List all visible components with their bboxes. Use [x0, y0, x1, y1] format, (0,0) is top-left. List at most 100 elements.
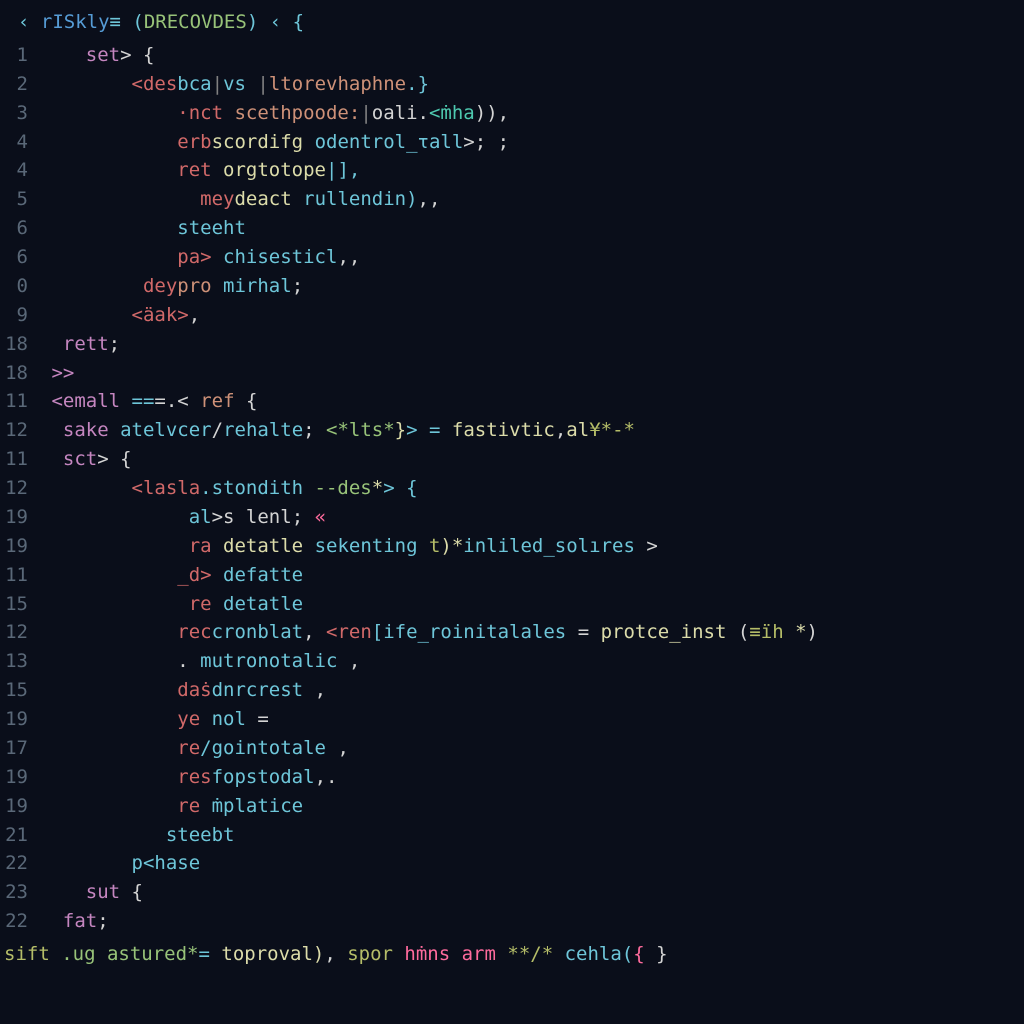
code-line[interactable]: 19 re ṁplatice: [0, 792, 1024, 821]
code-content[interactable]: resfopstodal,.: [40, 763, 1024, 792]
code-content[interactable]: ·nct scethpoode:|oali.<ṁha)),: [40, 99, 1024, 128]
code-content[interactable]: <emall ===.< ref {: [40, 387, 1024, 416]
code-line[interactable]: 12 <lasla.stondith --des*> {: [0, 474, 1024, 503]
code-line[interactable]: 6 steeht: [0, 214, 1024, 243]
code-line[interactable]: 21 steebt: [0, 821, 1024, 850]
code-token: deact: [234, 188, 303, 210]
code-content[interactable]: sct> {: [40, 445, 1024, 474]
code-line[interactable]: 9 <äak>,: [0, 301, 1024, 330]
line-number: 4: [0, 156, 40, 185]
code-token: [40, 102, 177, 124]
code-content[interactable]: re detatle: [40, 590, 1024, 619]
code-line[interactable]: 6 pa> chisesticl,,: [0, 243, 1024, 272]
code-token: oali.: [372, 102, 429, 124]
code-line[interactable]: 19 ra detatle sekenting t)*inliled_solır…: [0, 532, 1024, 561]
code-line[interactable]: 11 sct> {: [0, 445, 1024, 474]
line-number: 6: [0, 243, 40, 272]
code-content[interactable]: rett;: [40, 330, 1024, 359]
code-token: ltorevhaphne: [269, 73, 406, 95]
code-content[interactable]: erbscordifg odentrol_τall>; ;: [40, 128, 1024, 157]
code-content[interactable]: ra detatle sekenting t)*inliled_solıres …: [40, 532, 1024, 561]
code-editor-body[interactable]: 1 set> {2 <desbca|vs |ltorevhaphne.}3 ·n…: [0, 41, 1024, 936]
code-content[interactable]: sake atelvcer/rehalte; <*lts*}> = fastiv…: [40, 416, 1024, 445]
code-token: ra: [189, 535, 223, 557]
code-line[interactable]: 12 reccronblat, <ren[ife_roinitalales = …: [0, 618, 1024, 647]
code-line[interactable]: 1 set> {: [0, 41, 1024, 70]
code-content[interactable]: re ṁplatice: [40, 792, 1024, 821]
code-line[interactable]: 11 _d> defatte: [0, 561, 1024, 590]
code-content[interactable]: p<hase: [40, 849, 1024, 878]
code-content[interactable]: <desbca|vs |ltorevhaphne.}: [40, 70, 1024, 99]
code-line[interactable]: 18 >>: [0, 359, 1024, 388]
code-token: rec: [177, 621, 211, 643]
header-token: rISkly: [41, 11, 110, 33]
code-content[interactable]: >>: [40, 359, 1024, 388]
code-line[interactable]: 22 fat;: [0, 907, 1024, 936]
code-line[interactable]: 5 meydeact rullendin),,: [0, 185, 1024, 214]
code-content[interactable]: ret orgtotope|],: [40, 156, 1024, 185]
line-number: 18: [0, 330, 40, 359]
line-number: 19: [0, 792, 40, 821]
code-content[interactable]: fat;: [40, 907, 1024, 936]
code-line[interactable]: 12 sake atelvcer/rehalte; <*lts*}> = fas…: [0, 416, 1024, 445]
code-token: rullendin): [303, 188, 417, 210]
code-line[interactable]: 18 rett;: [0, 330, 1024, 359]
code-line[interactable]: 19 al>s lenl; «: [0, 503, 1024, 532]
code-line[interactable]: 19 ye nol =: [0, 705, 1024, 734]
line-number: 19: [0, 532, 40, 561]
code-line[interactable]: 19 resfopstodal,.: [0, 763, 1024, 792]
code-content[interactable]: ye nol =: [40, 705, 1024, 734]
code-line[interactable]: 4 ret orgtotope|],: [0, 156, 1024, 185]
code-token: chisesticl: [223, 246, 337, 268]
code-content[interactable]: steeht: [40, 214, 1024, 243]
code-token: ;: [97, 910, 108, 932]
code-token: [40, 506, 189, 528]
line-number: 6: [0, 214, 40, 243]
line-number: 11: [0, 387, 40, 416]
code-content[interactable]: . mutronotalic ,: [40, 647, 1024, 676]
code-line[interactable]: 2 <desbca|vs |ltorevhaphne.}: [0, 70, 1024, 99]
code-content[interactable]: al>s lenl; «: [40, 503, 1024, 532]
line-number: 22: [0, 907, 40, 936]
code-content[interactable]: re/gointotale ,: [40, 734, 1024, 763]
code-token: [40, 362, 51, 384]
code-content[interactable]: set> {: [40, 41, 1024, 70]
code-token: [40, 73, 132, 95]
code-token: > {: [97, 448, 131, 470]
code-content[interactable]: deypro mirhal;: [40, 272, 1024, 301]
code-token: =: [257, 708, 268, 730]
line-number: 12: [0, 416, 40, 445]
code-token: {: [132, 881, 143, 903]
code-token: ,: [337, 737, 348, 759]
code-content[interactable]: daṡdnrcrest ,: [40, 676, 1024, 705]
code-line[interactable]: 13 . mutronotalic ,: [0, 647, 1024, 676]
code-line[interactable]: 15 daṡdnrcrest ,: [0, 676, 1024, 705]
code-token: re: [177, 795, 211, 817]
code-line[interactable]: 22 p<hase: [0, 849, 1024, 878]
code-token: set: [86, 44, 120, 66]
code-token: <*lts*: [326, 419, 395, 441]
code-line[interactable]: 0 deypro mirhal;: [0, 272, 1024, 301]
code-line[interactable]: 23 sut {: [0, 878, 1024, 907]
code-content[interactable]: reccronblat, <ren[ife_roinitalales = pro…: [40, 618, 1024, 647]
code-token: ≡ïh: [749, 621, 795, 643]
code-content[interactable]: steebt: [40, 821, 1024, 850]
code-line[interactable]: 3 ·nct scethpoode:|oali.<ṁha)),: [0, 99, 1024, 128]
code-content[interactable]: sut {: [40, 878, 1024, 907]
line-number: 19: [0, 503, 40, 532]
code-content[interactable]: <äak>,: [40, 301, 1024, 330]
code-token: ,: [349, 650, 360, 672]
code-content[interactable]: _d> defatte: [40, 561, 1024, 590]
code-line[interactable]: 15 re detatle: [0, 590, 1024, 619]
code-line[interactable]: 11 <emall ===.< ref {: [0, 387, 1024, 416]
code-token: [40, 881, 86, 903]
code-line[interactable]: 17 re/gointotale ,: [0, 734, 1024, 763]
code-content[interactable]: pa> chisesticl,,: [40, 243, 1024, 272]
code-token: .: [177, 650, 200, 672]
line-number: 3: [0, 99, 40, 128]
code-line[interactable]: 4 erbscordifg odentrol_τall>; ;: [0, 128, 1024, 157]
code-content[interactable]: <lasla.stondith --des*> {: [40, 474, 1024, 503]
code-content[interactable]: meydeact rullendin),,: [40, 185, 1024, 214]
code-token: [40, 131, 177, 153]
code-token: [40, 159, 177, 181]
